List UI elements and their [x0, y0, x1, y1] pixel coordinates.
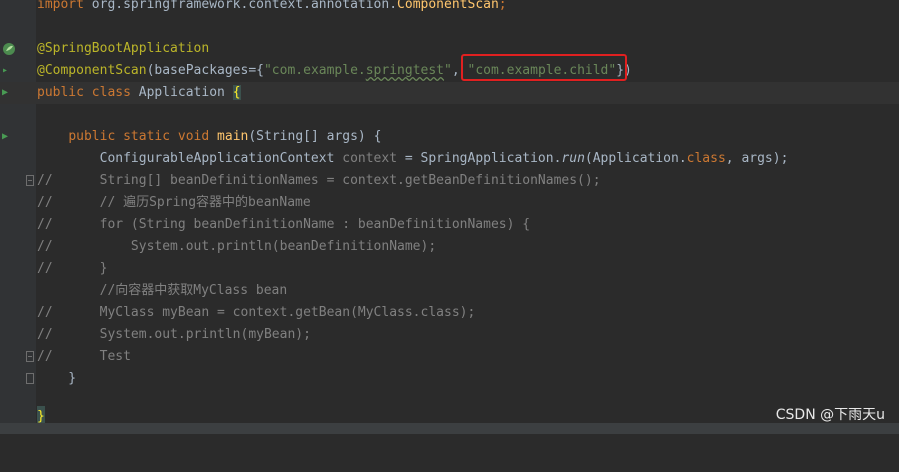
import-keyword: import: [37, 0, 84, 12]
context-assign: = SpringApplication.: [397, 151, 562, 166]
public-keyword: public: [37, 85, 84, 100]
main-method-name: main: [217, 129, 249, 144]
run-class-keyword: class: [686, 151, 726, 166]
code-line-main-method: ▶ public static void main(String[] args)…: [0, 126, 899, 148]
context-variable: context: [342, 151, 398, 166]
run-class-icon[interactable]: ▶: [2, 82, 8, 104]
base-packages-open: (basePackages={: [146, 63, 264, 78]
horizontal-scrollbar[interactable]: [0, 423, 899, 434]
code-editor[interactable]: import org.springframework.context.annot…: [0, 0, 899, 434]
class-name: Application: [130, 85, 233, 100]
main-params: (String[] args) {: [248, 129, 382, 144]
static-keyword: static: [123, 129, 171, 144]
code-line-comment-9: // Test: [0, 346, 899, 368]
code-line-import: import org.springframework.context.annot…: [0, 0, 899, 16]
fold-end-icon[interactable]: [26, 373, 34, 384]
run-args-open: (Application.: [584, 151, 687, 166]
spring-boot-annotation: @SpringBootApplication: [37, 41, 210, 56]
code-line-component-scan: ▸ @ComponentScan(basePackages={"com.exam…: [0, 60, 899, 82]
context-type: ConfigurableApplicationContext: [37, 151, 343, 166]
component-scan-annotation: @ComponentScan: [37, 63, 147, 78]
code-line-class-declaration: ▶ public class Application {: [0, 82, 899, 104]
code-line-comment-8: // System.out.println(myBean);: [37, 327, 311, 342]
code-line-comment-5: // }: [37, 261, 108, 276]
fold-open-icon[interactable]: [26, 175, 34, 186]
package-one-open: "com.example.: [263, 63, 366, 78]
class-keyword: class: [91, 85, 131, 100]
code-line-close-main: }: [0, 368, 899, 390]
code-line-comment-3: // for (String beanDefinitionName : bean…: [37, 217, 531, 232]
import-class: ComponentScan: [397, 0, 499, 12]
code-line-context: ConfigurableApplicationContext context =…: [0, 148, 899, 170]
fold-close-icon[interactable]: [26, 351, 34, 362]
code-line-comment-7: // MyClass myBean = context.getBean(MyCl…: [37, 305, 476, 320]
run-main-icon[interactable]: ▶: [2, 126, 8, 148]
spring-bean-icon[interactable]: [2, 42, 16, 56]
import-semicolon: ;: [498, 0, 507, 12]
main-public-keyword: public: [68, 129, 116, 144]
import-path: org.springframework.context.annotation.: [83, 0, 398, 12]
code-line-comment-6: //向容器中获取MyClass bean: [37, 283, 288, 298]
void-keyword: void: [177, 129, 210, 144]
class-open-brace: {: [232, 85, 241, 100]
run-args-close: , args);: [725, 151, 789, 166]
highlight-box: [461, 54, 627, 81]
package-one-squiggle: springtest: [365, 63, 445, 78]
code-line-comment-1: // String[] beanDefinitionNames = contex…: [0, 170, 899, 192]
gutter-marker-icon: ▸: [2, 65, 9, 76]
code-line-comment-2: // // 遍历Spring容器中的beanName: [37, 195, 311, 210]
code-line-spring-boot-annotation: @SpringBootApplication: [0, 38, 899, 60]
watermark: CSDN @下雨天u: [775, 407, 885, 423]
package-one-close: ": [444, 63, 452, 78]
run-method: run: [561, 151, 585, 166]
code-line-comment-4: // System.out.println(beanDefinitionName…: [37, 239, 437, 254]
